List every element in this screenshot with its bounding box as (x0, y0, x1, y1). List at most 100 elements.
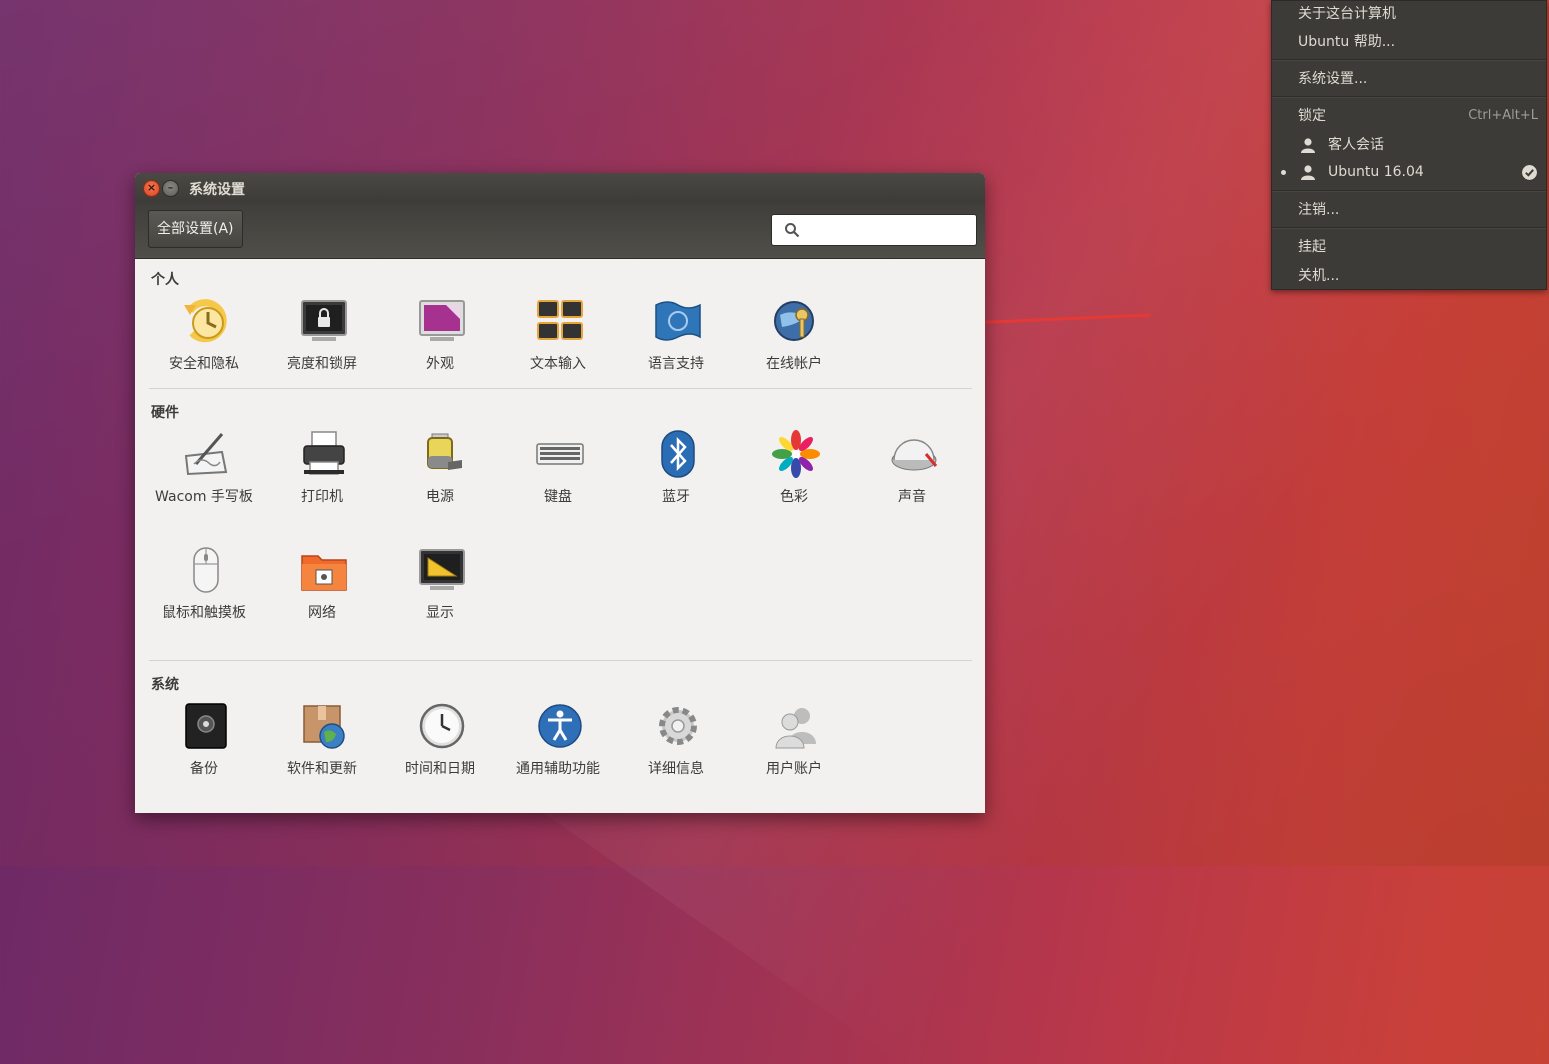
settings-item-language-support[interactable]: 语言支持 (617, 297, 735, 407)
menu-separator (1272, 59, 1546, 61)
settings-content: 个人 安全和隐私 亮度和锁屏 外观 文本输入 语言支持 在线帐户 硬件 Waco… (135, 259, 985, 813)
settings-item-label: 打印机 (301, 489, 343, 505)
settings-item-displays[interactable]: 显示 (381, 546, 499, 656)
menu-item-about[interactable]: 关于这台计算机 (1272, 1, 1546, 27)
search-input[interactable] (808, 219, 972, 243)
settings-item-network[interactable]: 网络 (263, 546, 381, 656)
menu-item-guest-session[interactable]: 客人会话 (1272, 132, 1546, 158)
menu-item-label: Ubuntu 帮助... (1298, 34, 1396, 50)
menu-item-current-user[interactable]: Ubuntu 16.04 (1272, 159, 1546, 185)
power-battery-icon (427, 433, 462, 470)
menu-item-label: 挂起 (1298, 239, 1326, 255)
menu-separator (1272, 227, 1546, 229)
section-divider (149, 388, 972, 389)
settings-item-label: 语言支持 (648, 356, 704, 372)
brightness-lock-icon (301, 300, 347, 341)
menu-item-label: 关于这台计算机 (1298, 6, 1396, 22)
settings-item-text-entry[interactable]: 文本输入 (499, 297, 617, 407)
color-flower-icon (772, 430, 820, 478)
settings-item-label: 显示 (426, 605, 454, 621)
menu-item-suspend[interactable]: 挂起 (1272, 234, 1546, 260)
menu-item-shutdown[interactable]: 关机... (1272, 263, 1546, 289)
titlebar: × – 系统设置 (135, 173, 985, 203)
settings-item-label: 电源 (426, 489, 454, 505)
menu-item-help[interactable]: Ubuntu 帮助... (1272, 29, 1546, 55)
checkmark-icon (1522, 165, 1537, 180)
settings-item-label: 详细信息 (648, 761, 704, 777)
menu-item-label: 客人会话 (1328, 137, 1384, 153)
menu-separator (1272, 96, 1546, 98)
section-title-hardware: 硬件 (151, 405, 179, 421)
settings-item-label: 外观 (426, 356, 454, 372)
users-icon (775, 708, 816, 749)
settings-item-label: Wacom 手写板 (155, 489, 253, 505)
text-entry-icon (537, 300, 583, 340)
settings-item-brightness-lock[interactable]: 亮度和锁屏 (263, 297, 381, 407)
search-box[interactable] (771, 214, 977, 246)
menu-item-label: 系统设置... (1298, 71, 1368, 87)
system-settings-window: × – 系统设置 全部设置(A) 个人 安全和隐私 亮度和锁屏 外观 文本输入 … (135, 173, 985, 813)
sound-knob-icon (891, 439, 938, 471)
display-monitor-icon (419, 549, 465, 590)
settings-item-wacom-tablet[interactable]: Wacom 手写板 (145, 430, 263, 540)
settings-item-label: 鼠标和触摸板 (162, 605, 246, 621)
settings-item-label: 通用辅助功能 (516, 761, 600, 777)
settings-item-bluetooth[interactable]: 蓝牙 (617, 430, 735, 540)
settings-item-universal-access[interactable]: 通用辅助功能 (499, 702, 617, 812)
menu-item-label: 关机... (1298, 268, 1340, 284)
printer-icon (303, 431, 345, 475)
menu-item-shortcut: Ctrl+Alt+L (1468, 108, 1538, 123)
all-settings-button[interactable]: 全部设置(A) (148, 210, 243, 248)
gear-icon (659, 707, 697, 745)
settings-item-printers[interactable]: 打印机 (263, 430, 381, 540)
menu-item-logout[interactable]: 注销... (1272, 197, 1546, 223)
settings-item-label: 蓝牙 (662, 489, 690, 505)
settings-item-label: 时间和日期 (405, 761, 475, 777)
menu-item-label: Ubuntu 16.04 (1328, 164, 1424, 180)
settings-item-power[interactable]: 电源 (381, 430, 499, 540)
security-privacy-icon (184, 299, 227, 343)
close-button[interactable]: × (143, 180, 160, 197)
settings-item-label: 用户账户 (766, 761, 822, 777)
settings-item-keyboard[interactable]: 键盘 (499, 430, 617, 540)
minimize-button[interactable]: – (162, 180, 179, 197)
mouse-icon (193, 547, 219, 593)
settings-item-security-privacy[interactable]: 安全和隐私 (145, 297, 263, 407)
settings-item-label: 声音 (898, 489, 926, 505)
menu-separator (1272, 190, 1546, 192)
settings-item-color[interactable]: 色彩 (735, 430, 853, 540)
settings-item-time-date[interactable]: 时间和日期 (381, 702, 499, 812)
menu-item-lock[interactable]: 锁定 Ctrl+Alt+L (1272, 103, 1546, 129)
keyboard-icon (536, 443, 584, 465)
settings-item-label: 键盘 (544, 489, 572, 505)
settings-item-appearance[interactable]: 外观 (381, 297, 499, 407)
wacom-tablet-icon (184, 433, 228, 476)
menu-item-label: 注销... (1298, 202, 1340, 218)
toolbar: 全部设置(A) (135, 203, 985, 259)
settings-item-user-accounts[interactable]: 用户账户 (735, 702, 853, 812)
settings-item-mouse-touchpad[interactable]: 鼠标和触摸板 (145, 546, 263, 656)
online-accounts-icon (774, 301, 814, 341)
active-dot-icon (1281, 170, 1286, 175)
settings-item-label: 备份 (190, 761, 218, 777)
section-title-personal: 个人 (151, 272, 179, 288)
settings-item-label: 色彩 (780, 489, 808, 505)
universal-access-icon (538, 704, 582, 748)
settings-item-backups[interactable]: 备份 (145, 702, 263, 812)
search-icon (785, 223, 800, 238)
settings-item-software-updates[interactable]: 软件和更新 (263, 702, 381, 812)
close-icon: × (146, 181, 157, 194)
settings-item-label: 软件和更新 (287, 761, 357, 777)
settings-item-online-accounts[interactable]: 在线帐户 (735, 297, 853, 407)
window-title: 系统设置 (189, 182, 245, 198)
settings-item-sound[interactable]: 声音 (853, 430, 971, 540)
settings-item-details[interactable]: 详细信息 (617, 702, 735, 812)
minimize-icon: – (167, 181, 174, 194)
settings-item-label: 网络 (308, 605, 336, 621)
settings-item-label: 在线帐户 (766, 356, 822, 372)
bluetooth-icon (661, 430, 695, 478)
network-folder-icon (301, 555, 347, 591)
user-icon (1301, 138, 1315, 153)
menu-item-label: 锁定 (1298, 108, 1326, 124)
menu-item-system-settings[interactable]: 系统设置... (1272, 66, 1546, 92)
